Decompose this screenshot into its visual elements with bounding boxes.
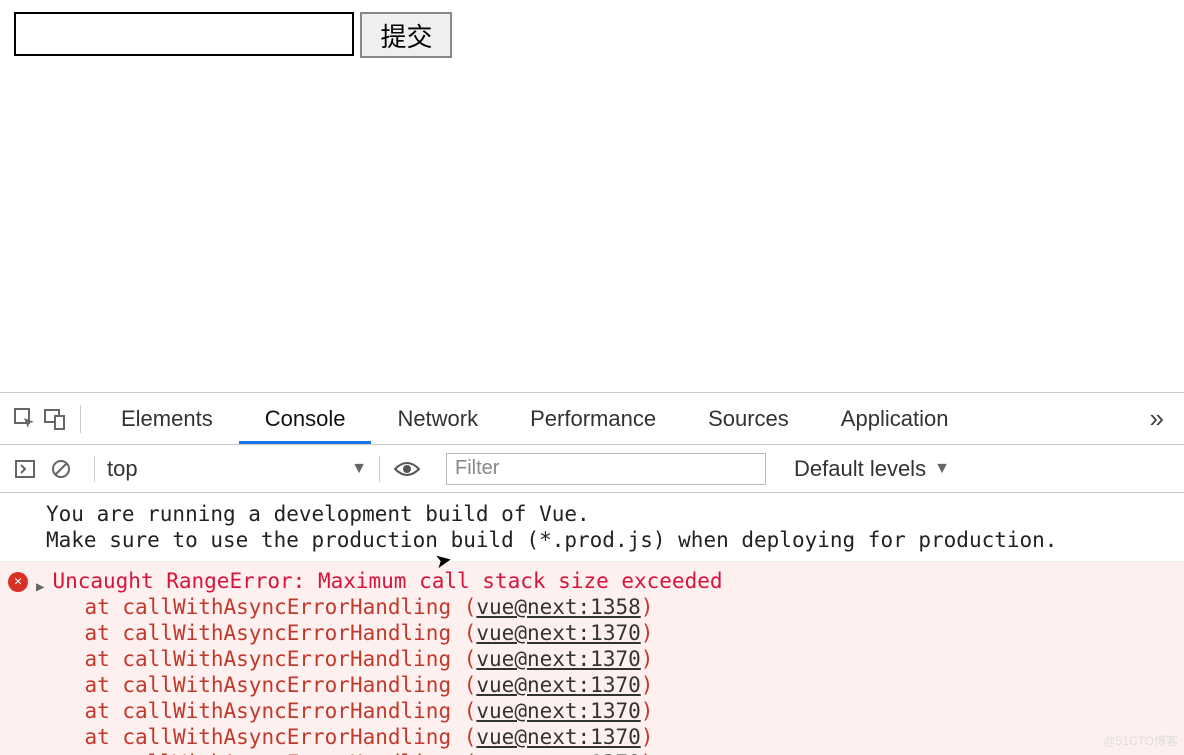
tab-network[interactable]: Network: [371, 393, 504, 444]
source-link[interactable]: vue@next:1370: [476, 647, 640, 671]
filter-input[interactable]: [446, 453, 766, 485]
log-levels-selector[interactable]: Default levels ▼: [794, 456, 950, 482]
chevron-down-icon: ▼: [934, 460, 950, 478]
context-label: top: [107, 456, 138, 482]
source-link[interactable]: vue@next:1370: [476, 699, 640, 723]
source-link[interactable]: vue@next:1370: [476, 621, 640, 645]
source-link[interactable]: vue@next:1370: [476, 673, 640, 697]
tab-console[interactable]: Console: [239, 393, 372, 444]
error-title: Uncaught RangeError: Maximum call stack …: [52, 568, 722, 594]
stack-frame: at callWithAsyncErrorHandling (vue@next:…: [52, 750, 722, 755]
name-input[interactable]: [14, 12, 354, 56]
console-output: You are running a development build of V…: [0, 493, 1184, 755]
source-link[interactable]: vue@next:1358: [476, 595, 640, 619]
error-icon: ✕: [8, 572, 28, 592]
source-link[interactable]: vue@next:1370: [476, 751, 640, 755]
source-link[interactable]: vue@next:1370: [476, 725, 640, 749]
console-toolbar: top ▼ Default levels ▼: [0, 445, 1184, 493]
devtools-panel: Elements Console Network Performance Sou…: [0, 392, 1184, 755]
submit-button[interactable]: 提交: [360, 12, 452, 58]
stack-frame: at callWithAsyncErrorHandling (vue@next:…: [52, 724, 722, 750]
stack-frame: at callWithAsyncErrorHandling (vue@next:…: [52, 646, 722, 672]
live-expression-icon[interactable]: [392, 460, 422, 478]
stack-frame: at callWithAsyncErrorHandling (vue@next:…: [52, 698, 722, 724]
error-content: Uncaught RangeError: Maximum call stack …: [52, 568, 722, 755]
inspect-element-icon[interactable]: [10, 408, 40, 430]
disclosure-triangle-icon[interactable]: ▶: [36, 574, 44, 755]
watermark: @51CTO博客: [1103, 732, 1178, 749]
console-sidebar-toggle-icon[interactable]: [10, 459, 40, 479]
divider: [379, 456, 380, 482]
device-toggle-icon[interactable]: [40, 408, 70, 430]
divider: [80, 405, 81, 433]
divider: [94, 456, 95, 482]
chevron-down-icon: ▼: [351, 460, 367, 478]
stack-frame: at callWithAsyncErrorHandling (vue@next:…: [52, 620, 722, 646]
stack-frame: at callWithAsyncErrorHandling (vue@next:…: [52, 594, 722, 620]
tabs-overflow-icon[interactable]: »: [1140, 403, 1174, 434]
levels-label: Default levels: [794, 456, 926, 482]
devtools-tab-bar: Elements Console Network Performance Sou…: [0, 393, 1184, 445]
clear-console-icon[interactable]: [46, 459, 76, 479]
tab-application[interactable]: Application: [815, 393, 975, 444]
tab-elements[interactable]: Elements: [95, 393, 239, 444]
console-info-message: You are running a development build of V…: [0, 493, 1184, 562]
tab-sources[interactable]: Sources: [682, 393, 815, 444]
context-selector[interactable]: top ▼: [107, 456, 367, 482]
page-content: 提交: [0, 0, 1184, 392]
console-error-message: ✕ ▶ Uncaught RangeError: Maximum call st…: [0, 562, 1184, 755]
stack-frame: at callWithAsyncErrorHandling (vue@next:…: [52, 672, 722, 698]
tab-performance[interactable]: Performance: [504, 393, 682, 444]
